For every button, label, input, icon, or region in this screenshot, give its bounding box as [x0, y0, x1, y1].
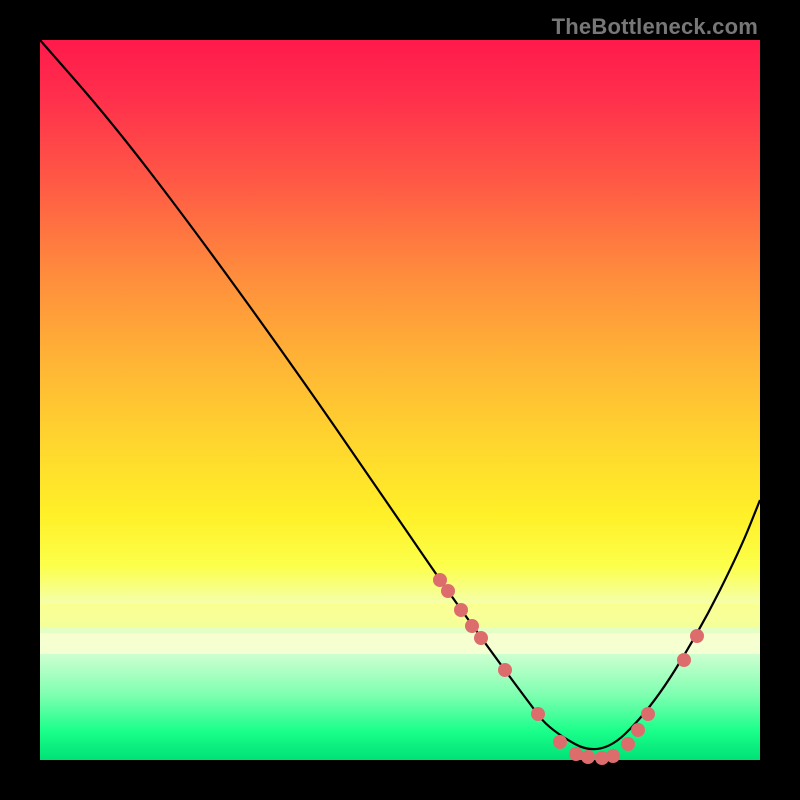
- chart-svg: [40, 40, 760, 760]
- marker-point: [531, 707, 545, 721]
- marker-point: [581, 750, 595, 764]
- marker-point: [454, 603, 468, 617]
- marker-point: [441, 584, 455, 598]
- curve-line: [40, 40, 760, 749]
- marker-point: [498, 663, 512, 677]
- marker-group: [433, 573, 704, 765]
- plot-area: [40, 40, 760, 760]
- marker-point: [641, 707, 655, 721]
- marker-point: [474, 631, 488, 645]
- marker-point: [690, 629, 704, 643]
- marker-point: [677, 653, 691, 667]
- marker-point: [621, 737, 635, 751]
- watermark-text: TheBottleneck.com: [552, 14, 758, 40]
- chart-stage: TheBottleneck.com: [0, 0, 800, 800]
- marker-point: [553, 735, 567, 749]
- marker-point: [631, 723, 645, 737]
- marker-point: [465, 619, 479, 633]
- marker-point: [606, 749, 620, 763]
- marker-point: [569, 747, 583, 761]
